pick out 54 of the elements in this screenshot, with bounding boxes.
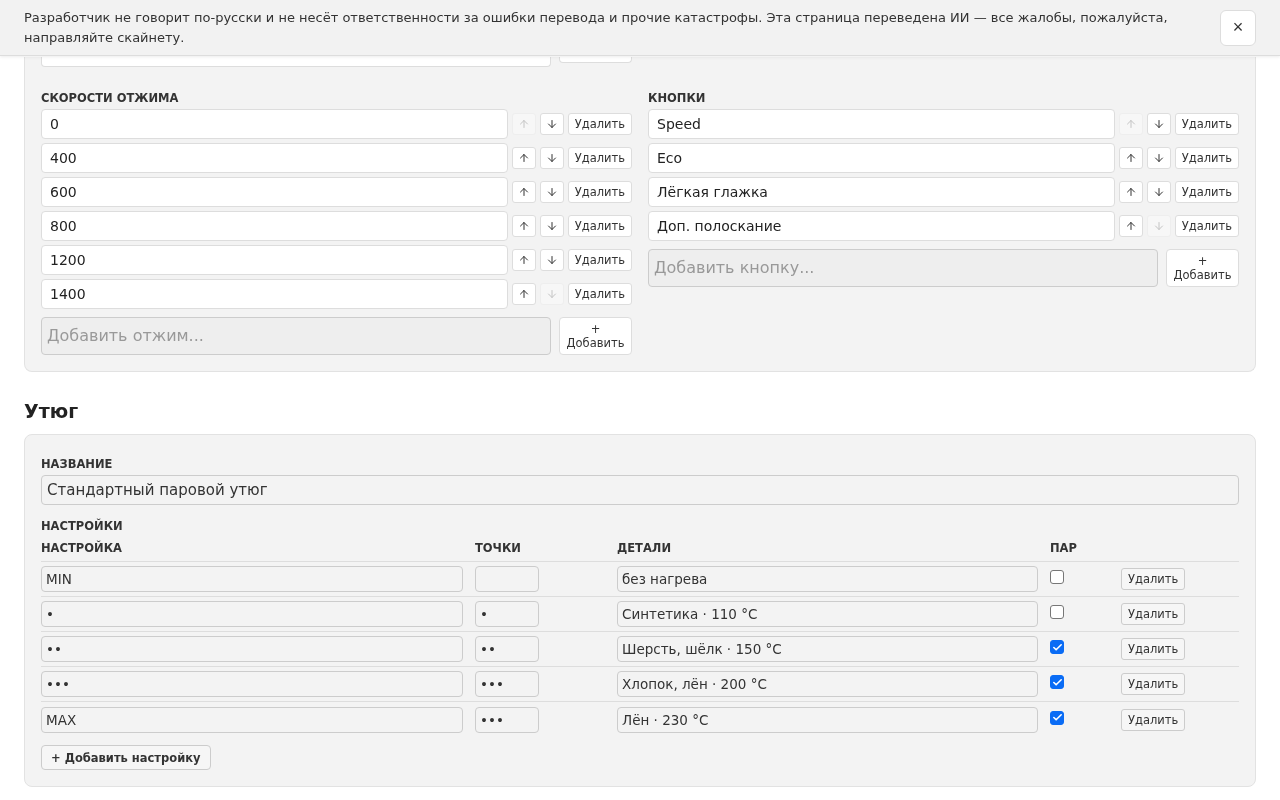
section-label: СКОРОСТИ ОТЖИМА	[41, 90, 180, 107]
close-button[interactable]: ×	[1220, 9, 1256, 46]
section-label: КНОПКИ	[648, 90, 707, 107]
delete-button[interactable]: Удалить	[1121, 673, 1186, 695]
delete-button[interactable]: Удалить	[1174, 215, 1239, 237]
notice-text: Разработчик не говорит по-русски и не несёт ответственности за ошибки перевода и прочие катастрофы. Эта страница переведена ИИ — все жалобы, пожалуйста, направляйте скайнету.	[24, 8, 1169, 47]
list-item-field[interactable]: Лёгкая глажка	[648, 177, 1115, 207]
details-field[interactable]: Хлопок, лён · 200 °C	[617, 671, 1038, 697]
list-item-field[interactable]: Eco	[648, 143, 1115, 173]
details-field[interactable]: Шерсть, шёлк · 150 °C	[617, 636, 1038, 662]
list-item-field[interactable]: Доп. полоскание	[648, 211, 1115, 241]
dots-field[interactable]: •••	[475, 671, 539, 697]
column-header: НАСТРОЙКА	[41, 535, 475, 562]
delete-button[interactable]: Удалить	[1174, 113, 1239, 135]
add-button[interactable]: + Добавить	[1166, 249, 1239, 287]
setting-field[interactable]: •••	[41, 671, 463, 697]
delete-button[interactable]: Удалить	[1174, 147, 1239, 169]
setting-field[interactable]: •	[41, 601, 463, 627]
column-header: ДЕТАЛИ	[617, 535, 1050, 562]
setting-field[interactable]: MIN	[41, 566, 463, 592]
delete-button[interactable]: Удалить	[1121, 708, 1186, 731]
delete-button[interactable]: Удалить	[1174, 181, 1239, 203]
column-header: ПАР	[1050, 535, 1121, 562]
section-label: НАСТРОЙКИ	[41, 517, 124, 535]
list-item-field[interactable]: 1200	[41, 245, 508, 275]
delete-button[interactable]: Удалить	[567, 113, 632, 135]
add-setting-button[interactable]: + Добавить настройку	[41, 745, 211, 770]
field-label: НАЗВАНИЕ	[41, 456, 114, 473]
column-header: ТОЧКИ	[475, 535, 617, 562]
delete-button[interactable]: Удалить	[567, 283, 632, 305]
add-button[interactable]: + Добавить	[559, 317, 632, 355]
details-field[interactable]: Лён · 230 °C	[617, 706, 1038, 733]
list-item-field[interactable]: 400	[41, 143, 508, 173]
list-item-field[interactable]: 1400	[41, 279, 508, 309]
details-field[interactable]: Синтетика · 110 °C	[617, 601, 1038, 627]
list-item-field[interactable]: 800	[41, 211, 508, 241]
dots-field[interactable]: •••	[475, 706, 539, 733]
delete-button[interactable]: Удалить	[567, 249, 632, 271]
delete-button[interactable]: Удалить	[1121, 638, 1186, 660]
setting-field[interactable]: MAX	[41, 706, 463, 733]
setting-field[interactable]: ••	[41, 636, 463, 662]
delete-button[interactable]: Удалить	[567, 215, 632, 237]
delete-button[interactable]: Удалить	[1121, 603, 1186, 625]
delete-button[interactable]: Удалить	[1121, 568, 1186, 590]
list-item-field[interactable]: 0	[41, 109, 508, 139]
details-field[interactable]: без нагрева	[617, 566, 1038, 592]
delete-button[interactable]: Удалить	[567, 181, 632, 203]
list-item-field[interactable]: Speed	[648, 109, 1115, 139]
dots-field[interactable]: ••	[475, 636, 539, 662]
list-item-field[interactable]: 600	[41, 177, 508, 207]
dots-field[interactable]: •	[475, 601, 539, 627]
delete-button[interactable]: Удалить	[567, 147, 632, 169]
section-title: Утюг	[24, 400, 80, 422]
name-field[interactable]: Стандартный паровой утюг	[41, 475, 1239, 505]
